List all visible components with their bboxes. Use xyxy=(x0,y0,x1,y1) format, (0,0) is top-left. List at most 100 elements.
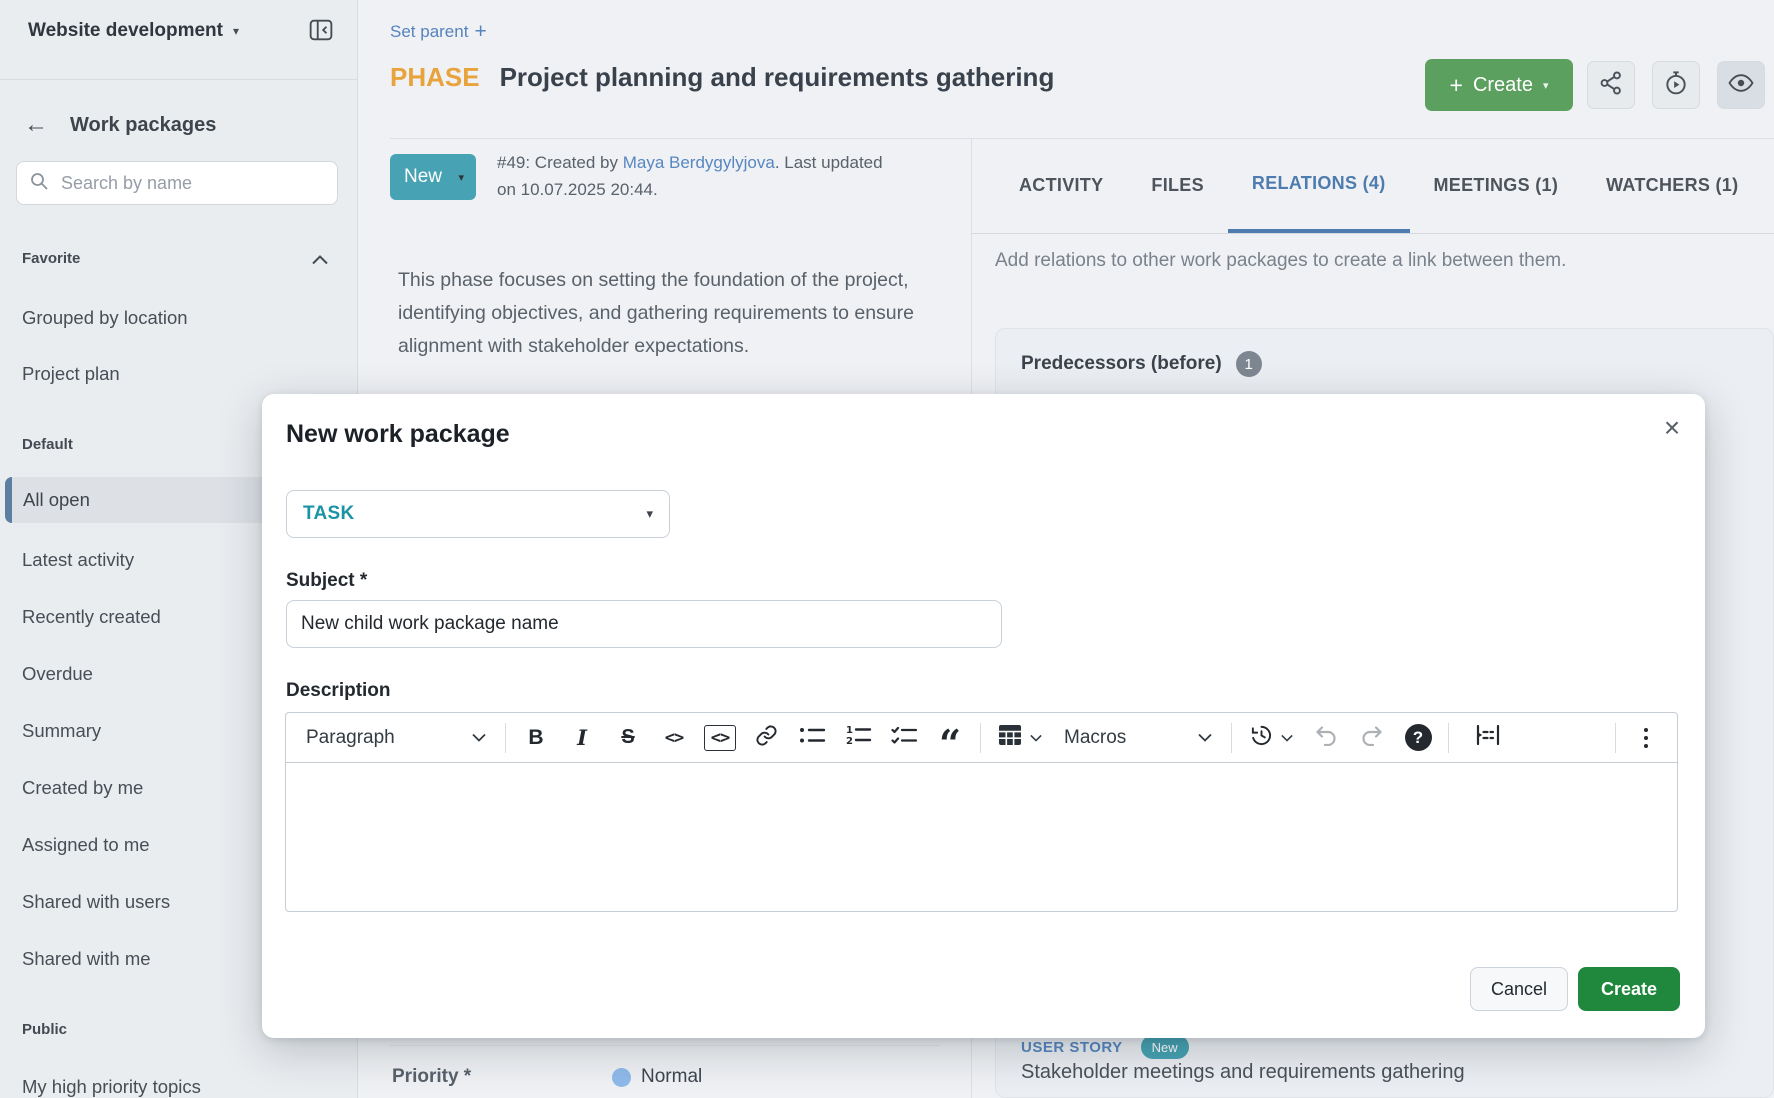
link-button[interactable] xyxy=(743,719,789,757)
sidebar-collapse-button[interactable] xyxy=(306,17,336,47)
sidebar-item-label: All open xyxy=(23,489,90,511)
tab-meetings[interactable]: MEETINGS (1) xyxy=(1410,138,1583,233)
share-button[interactable] xyxy=(1587,61,1635,109)
tab-watchers[interactable]: WATCHERS (1) xyxy=(1582,138,1762,233)
bold-button[interactable]: B xyxy=(513,719,559,757)
watch-button[interactable] xyxy=(1717,61,1765,109)
insert-table-button[interactable] xyxy=(988,719,1052,757)
macros-label: Macros xyxy=(1064,727,1126,749)
meta-date: on 10.07.2025 20:44. xyxy=(497,180,658,199)
plus-icon: + xyxy=(474,21,486,42)
svg-text:1: 1 xyxy=(846,725,853,736)
sidebar-search[interactable] xyxy=(16,161,338,205)
type-select[interactable]: TASK ▾ xyxy=(286,490,670,538)
meta-prefix: #49: Created by xyxy=(497,153,623,172)
description-editor-content[interactable] xyxy=(286,763,1677,911)
sidebar-item-grouped-by-location[interactable]: Grouped by location xyxy=(0,307,357,333)
search-icon xyxy=(29,171,49,196)
attributes-divider xyxy=(390,1045,941,1046)
set-parent-link[interactable]: Set parent + xyxy=(390,21,487,42)
todo-list-icon xyxy=(891,725,918,751)
relation-type-link[interactable]: USER STORY xyxy=(1021,1039,1123,1056)
chevron-up-icon[interactable] xyxy=(312,252,328,270)
toolbar-separator xyxy=(1448,723,1449,753)
relation-row-title[interactable]: Stakeholder meetings and requirements ga… xyxy=(1021,1061,1465,1084)
strikethrough-button[interactable]: S xyxy=(605,719,651,757)
table-icon xyxy=(998,724,1022,751)
subject-label: Subject * xyxy=(286,570,367,592)
tab-relations[interactable]: RELATIONS (4) xyxy=(1228,138,1410,233)
type-select-value: TASK xyxy=(303,503,355,525)
detail-tabs: ACTIVITY FILES RELATIONS (4) MEETINGS (1… xyxy=(971,138,1774,234)
italic-button[interactable]: I xyxy=(559,719,605,757)
indent-button[interactable] xyxy=(1456,719,1520,757)
code-block-icon: <> xyxy=(704,725,736,751)
modal-title: New work package xyxy=(286,420,510,449)
create-button-label: Create xyxy=(1473,74,1533,97)
toolbar-separator xyxy=(1231,723,1232,753)
paragraph-style-dropdown[interactable]: Paragraph xyxy=(294,719,498,757)
new-work-package-modal: New work package × TASK ▾ Subject * Desc… xyxy=(262,394,1705,1038)
history-icon xyxy=(1250,724,1273,752)
tab-activity[interactable]: ACTIVITY xyxy=(995,138,1127,233)
search-input[interactable] xyxy=(59,172,325,195)
work-package-meta: #49: Created by Maya Berdygylyjova. Last… xyxy=(497,149,883,203)
bulleted-list-icon xyxy=(799,725,826,751)
app-root: Website development ▾ ← Work packages Fa… xyxy=(0,0,1774,1098)
sidebar-item-my-high-priority-topics[interactable]: My high priority topics xyxy=(0,1076,357,1098)
section-label-public: Public xyxy=(22,1021,67,1038)
work-package-description: This phase focuses on setting the founda… xyxy=(398,264,973,363)
macros-dropdown[interactable]: Macros xyxy=(1052,719,1224,757)
time-tracking-button[interactable] xyxy=(1652,61,1700,109)
toolbar-separator xyxy=(505,723,506,753)
cancel-button[interactable]: Cancel xyxy=(1470,967,1568,1011)
toolbar-overflow-button[interactable] xyxy=(1623,719,1669,757)
plus-icon: + xyxy=(1450,74,1463,97)
work-package-title-row: PHASE Project planning and requirements … xyxy=(390,62,1054,93)
chevron-down-icon: ▾ xyxy=(233,24,239,38)
eye-icon xyxy=(1727,71,1755,100)
project-switcher[interactable]: Website development ▾ xyxy=(28,20,239,42)
tab-files[interactable]: FILES xyxy=(1127,138,1228,233)
stopwatch-icon xyxy=(1663,70,1689,101)
close-icon: × xyxy=(1664,412,1680,444)
back-arrow-icon[interactable]: ← xyxy=(24,113,48,137)
section-label-favorite[interactable]: Favorite xyxy=(22,250,80,267)
redo-button[interactable] xyxy=(1349,719,1395,757)
paragraph-style-label: Paragraph xyxy=(306,727,395,749)
priority-dot-icon xyxy=(612,1068,631,1087)
block-quote-button[interactable]: “ xyxy=(927,719,973,757)
set-parent-label: Set parent xyxy=(390,22,468,42)
author-link[interactable]: Maya Berdygylyjova xyxy=(623,153,775,172)
relation-row-meta: USER STORY New xyxy=(1021,1035,1189,1059)
meta-suffix: . Last updated xyxy=(775,153,883,172)
svg-text:2: 2 xyxy=(846,736,853,746)
sidebar-item-project-plan[interactable]: Project plan xyxy=(0,363,357,389)
status-dropdown[interactable]: New ▾ xyxy=(390,154,476,200)
relations-hint: Add relations to other work packages to … xyxy=(995,250,1754,272)
editor-help-button[interactable]: ? xyxy=(1395,719,1441,757)
revision-history-button[interactable] xyxy=(1239,719,1303,757)
quote-icon: “ xyxy=(939,727,961,749)
modal-create-button[interactable]: Create xyxy=(1578,967,1680,1011)
section-label-default: Default xyxy=(22,436,73,453)
priority-label: Priority * xyxy=(392,1066,471,1088)
close-button[interactable]: × xyxy=(1654,410,1690,446)
header-create-button[interactable]: + Create ▾ xyxy=(1425,59,1573,111)
selected-accent-bar xyxy=(5,477,12,523)
link-icon xyxy=(755,724,778,752)
numbered-list-button[interactable]: 12 xyxy=(835,719,881,757)
project-name: Website development xyxy=(28,20,223,42)
inline-code-button[interactable]: <> xyxy=(651,719,697,757)
priority-value[interactable]: Normal xyxy=(612,1066,702,1088)
chevron-down-icon: ▾ xyxy=(458,171,464,184)
bulleted-list-button[interactable] xyxy=(789,719,835,757)
indent-icon xyxy=(1473,723,1503,752)
code-block-button[interactable]: <> xyxy=(697,719,743,757)
chevron-down-icon xyxy=(1198,729,1212,747)
subject-input[interactable] xyxy=(286,600,1002,648)
panel-collapse-icon xyxy=(309,18,333,47)
undo-button[interactable] xyxy=(1303,719,1349,757)
chevron-down-icon xyxy=(472,729,486,747)
todo-list-button[interactable] xyxy=(881,719,927,757)
